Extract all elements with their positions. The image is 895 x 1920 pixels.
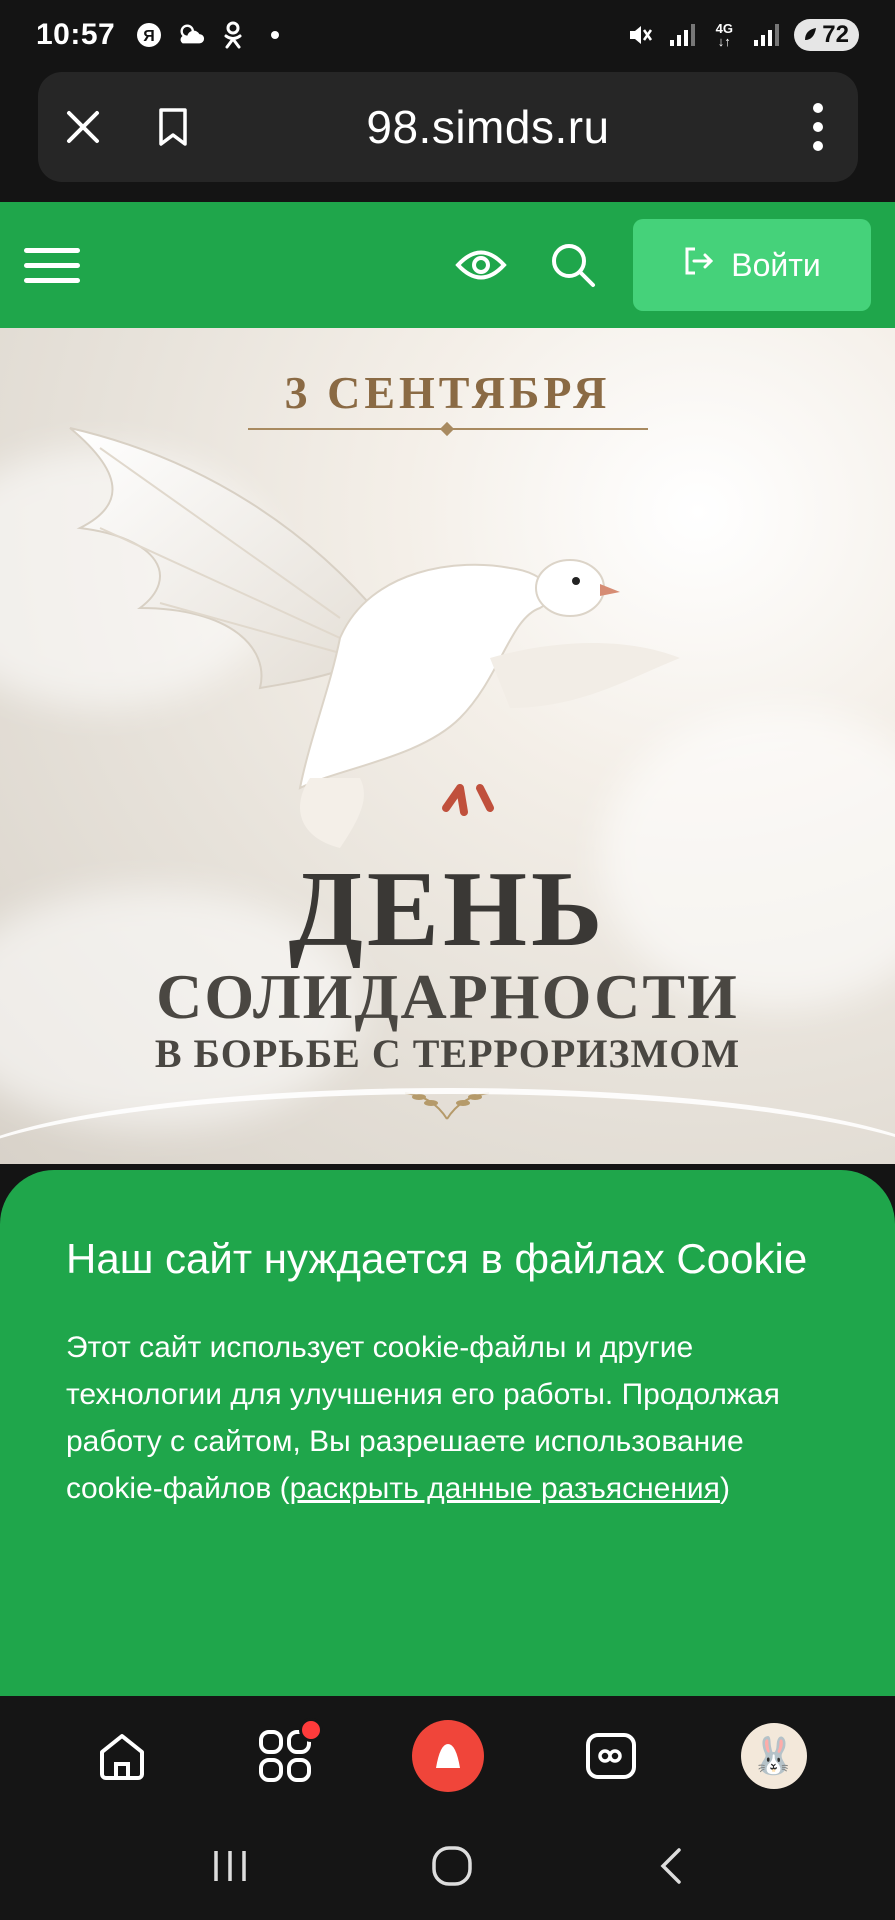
browser-bottom-nav: 🐰: [0, 1696, 895, 1816]
avatar[interactable]: 🐰: [734, 1716, 814, 1796]
address-bar: 98.simds.ru: [38, 72, 858, 182]
bookmark-icon[interactable]: [128, 72, 218, 182]
cookie-body-end: ): [719, 1472, 730, 1505]
screen: 10:57 Я 4G ↓↑ 72 98.simds.ru Войти 3 СЕН…: [0, 0, 895, 1920]
eye-icon[interactable]: [449, 233, 513, 297]
network-4g-icon: 4G ↓↑: [715, 21, 733, 49]
banner-title-line3: В БОРЬБЕ С ТЕРРОРИЗМОМ: [154, 1031, 741, 1076]
svg-text:Я: Я: [143, 28, 155, 45]
yandex-icon: Я: [135, 21, 163, 49]
cookie-details-link[interactable]: раскрыть данные разъяснения: [290, 1472, 720, 1505]
weather-icon: [177, 21, 205, 49]
banner-title-line2: СОЛИДАРНОСТИ: [156, 961, 739, 1032]
cookie-panel: Наш сайт нуждается в файлах Cookie Этот …: [0, 1170, 895, 1700]
signal-icon-2: [752, 21, 780, 49]
cookie-title: Наш сайт нуждается в файлах Cookie: [66, 1235, 808, 1282]
login-button[interactable]: Войти: [633, 219, 871, 311]
mute-icon: [626, 21, 654, 49]
notification-dot: [298, 1718, 323, 1742]
status-time: 10:57: [36, 18, 116, 51]
more-vertical-icon[interactable]: [778, 72, 858, 182]
status-system-icons: 4G ↓↑ 72: [626, 19, 859, 51]
system-nav-bar: [0, 1816, 895, 1920]
close-icon[interactable]: [38, 72, 128, 182]
recent-apps-icon[interactable]: [210, 1849, 250, 1888]
login-icon: [683, 245, 715, 285]
home-icon[interactable]: [82, 1716, 162, 1796]
home-circle-icon[interactable]: [430, 1844, 474, 1893]
status-notification-icons: Я: [135, 21, 289, 49]
battery-level: 72: [822, 21, 849, 48]
cookie-text: Этот сайт использует cookie-файлы и друг…: [66, 1324, 829, 1512]
dot-icon: [261, 21, 289, 49]
status-bar: 10:57 Я 4G ↓↑ 72: [0, 0, 895, 70]
hero-banner[interactable]: 3 СЕНТЯБРЯ ДЕНЬ СОЛИДАРНОСТИ В БОРЬБЕ С …: [0, 328, 895, 1164]
odnoklassniki-icon: [219, 21, 247, 49]
alice-icon[interactable]: [408, 1716, 488, 1796]
banner-title-line1: ДЕНЬ: [288, 850, 607, 969]
apps-icon[interactable]: [245, 1716, 325, 1796]
battery-indicator: 72: [794, 19, 859, 51]
dove-image: [69, 427, 680, 848]
site-header: Войти: [0, 202, 895, 328]
url-text[interactable]: 98.simds.ru: [218, 100, 758, 154]
signal-icon: [668, 21, 696, 49]
tabs-icon[interactable]: [571, 1716, 651, 1796]
back-icon[interactable]: [655, 1846, 685, 1891]
search-icon[interactable]: [541, 233, 605, 297]
hamburger-icon[interactable]: [24, 237, 80, 293]
login-label: Войти: [731, 246, 821, 283]
